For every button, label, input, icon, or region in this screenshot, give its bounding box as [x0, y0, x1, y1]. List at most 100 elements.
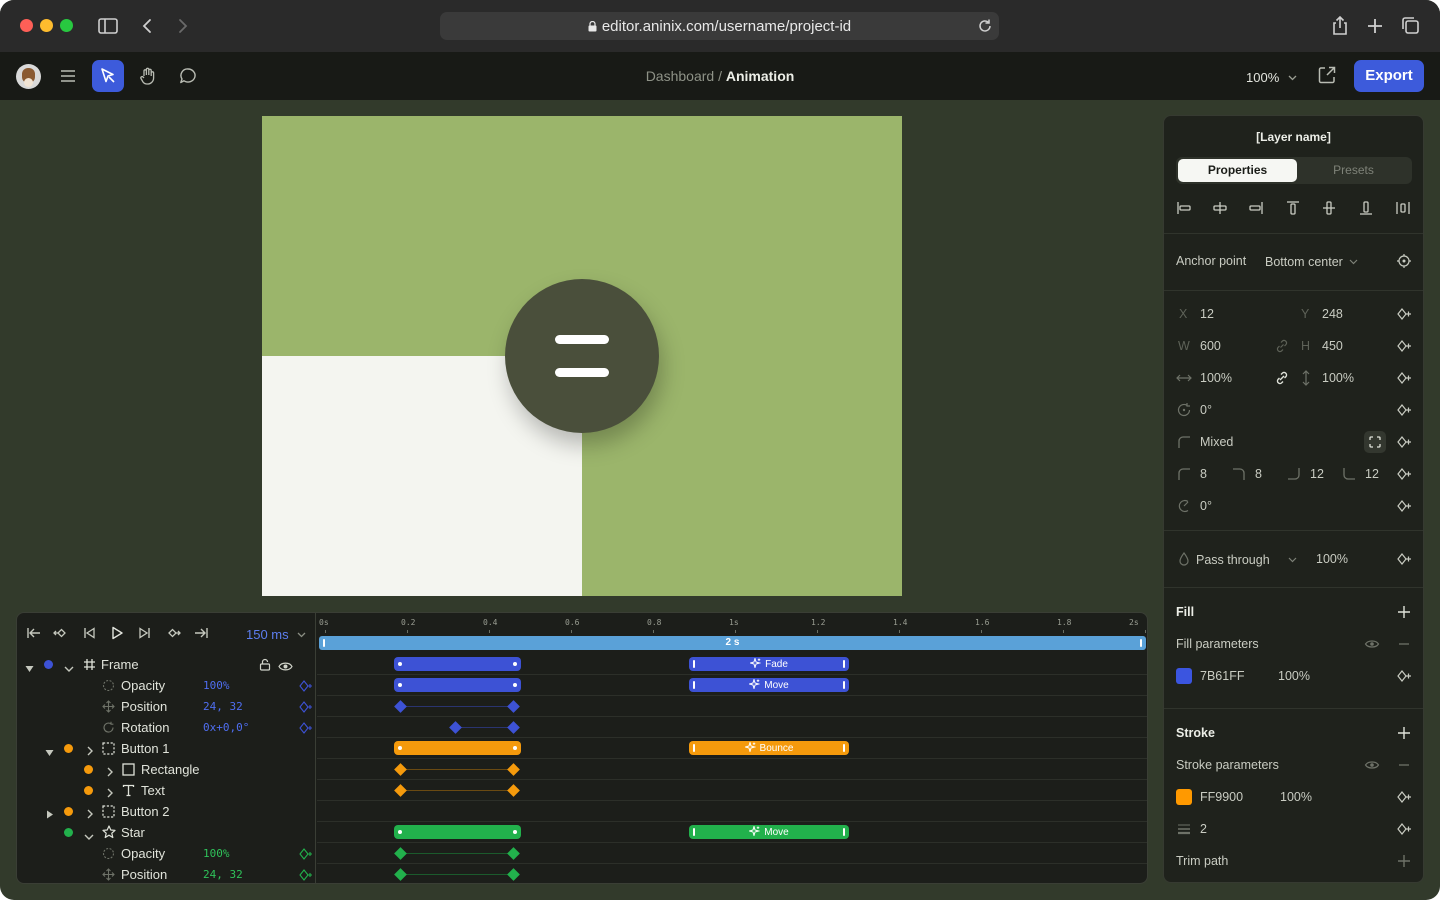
- x-value[interactable]: 12: [1200, 307, 1214, 321]
- time-ruler[interactable]: 0s 0.2 0.4 0.6 0.8 1s 1.2 1.4 1.6 1.8 2s: [317, 613, 1147, 635]
- go-to-start-icon[interactable]: [24, 623, 44, 643]
- anchor-point-dropdown[interactable]: Bottom center: [1265, 254, 1358, 269]
- add-keyframe-icon[interactable]: [1396, 821, 1412, 837]
- radius-bottom-right-value[interactable]: 12: [1310, 467, 1324, 481]
- add-stroke-icon[interactable]: [1396, 725, 1412, 741]
- duration-bar[interactable]: 2 s: [319, 636, 1146, 650]
- layer-row-button-2[interactable]: Button 2: [17, 801, 1147, 822]
- play-icon[interactable]: [107, 623, 127, 643]
- keyframe[interactable]: [394, 763, 407, 776]
- previous-frame-icon[interactable]: [79, 623, 99, 643]
- animation-clip[interactable]: [394, 825, 521, 839]
- add-keyframe-icon[interactable]: [1396, 306, 1412, 322]
- add-keyframe-icon[interactable]: [1396, 434, 1412, 450]
- keyframe[interactable]: [394, 868, 407, 881]
- zoom-window-button[interactable]: [60, 19, 73, 32]
- fill-color-swatch[interactable]: [1176, 668, 1192, 684]
- keyframe[interactable]: [449, 721, 462, 734]
- add-fill-icon[interactable]: [1396, 604, 1412, 620]
- close-window-button[interactable]: [20, 19, 33, 32]
- w-value[interactable]: 600: [1200, 339, 1221, 353]
- distribute-horizontal-icon[interactable]: [1395, 200, 1411, 216]
- tab-properties[interactable]: Properties: [1178, 159, 1297, 182]
- next-keyframe-icon[interactable]: [163, 623, 183, 643]
- scale-x-value[interactable]: 100%: [1200, 371, 1232, 385]
- fill-opacity-value[interactable]: 100%: [1278, 669, 1310, 683]
- breadcrumb-dashboard[interactable]: Dashboard: [646, 68, 715, 84]
- align-top-icon[interactable]: [1285, 200, 1301, 216]
- artboard-frame[interactable]: [262, 116, 902, 596]
- radius-top-right-value[interactable]: 8: [1255, 467, 1262, 481]
- keyframe[interactable]: [507, 784, 520, 797]
- add-keyframe-icon[interactable]: [1396, 668, 1412, 684]
- menu-circle-button[interactable]: [505, 279, 659, 433]
- keyframe[interactable]: [507, 868, 520, 881]
- sidebar-toggle-icon[interactable]: [96, 14, 120, 38]
- animation-clip[interactable]: [394, 678, 521, 692]
- rotation-value[interactable]: 0°: [1200, 403, 1212, 417]
- animation-clip[interactable]: [394, 741, 521, 755]
- eye-icon[interactable]: [1364, 757, 1380, 773]
- playback-speed-dropdown[interactable]: 150 ms: [246, 626, 306, 642]
- animation-clip[interactable]: [394, 657, 521, 671]
- radius-bottom-left-value[interactable]: 12: [1365, 467, 1379, 481]
- go-to-end-icon[interactable]: [191, 623, 211, 643]
- share-export-icon[interactable]: [1316, 64, 1338, 86]
- forward-arrow-icon[interactable]: [170, 14, 194, 38]
- blend-mode-dropdown[interactable]: Pass through: [1196, 552, 1297, 567]
- stroke-width-value[interactable]: 2: [1200, 822, 1207, 836]
- corner-radius-value[interactable]: Mixed: [1200, 435, 1233, 449]
- radius-top-left-value[interactable]: 8: [1200, 467, 1207, 481]
- duration-end-handle[interactable]: [1140, 639, 1142, 647]
- zoom-dropdown[interactable]: 100%: [1246, 69, 1297, 85]
- minimize-window-button[interactable]: [40, 19, 53, 32]
- add-keyframe-icon[interactable]: [1396, 338, 1412, 354]
- keyframe[interactable]: [507, 700, 520, 713]
- add-keyframe-icon[interactable]: [1396, 466, 1412, 482]
- previous-keyframe-icon[interactable]: [51, 623, 71, 643]
- next-frame-icon[interactable]: [135, 623, 155, 643]
- export-button[interactable]: Export: [1354, 60, 1424, 92]
- reload-icon[interactable]: [977, 18, 993, 34]
- layer-opacity-value[interactable]: 100%: [1316, 552, 1348, 566]
- address-bar[interactable]: editor.aninix.com/username/project-id: [440, 12, 999, 40]
- fill-hex-value[interactable]: 7B61FF: [1200, 669, 1244, 683]
- keyframe[interactable]: [394, 784, 407, 797]
- add-keyframe-icon[interactable]: [1396, 498, 1412, 514]
- eye-icon[interactable]: [1364, 636, 1380, 652]
- preset-clip-move[interactable]: Move: [689, 677, 849, 692]
- add-keyframe-icon[interactable]: [1396, 551, 1412, 567]
- stroke-color-swatch[interactable]: [1176, 789, 1192, 805]
- add-trim-path-icon[interactable]: [1396, 853, 1412, 869]
- align-horizontal-center-icon[interactable]: [1212, 200, 1228, 216]
- independent-corners-button[interactable]: [1364, 431, 1386, 453]
- add-keyframe-icon[interactable]: [1396, 370, 1412, 386]
- align-left-icon[interactable]: [1176, 200, 1192, 216]
- unlink-icon[interactable]: [1274, 338, 1290, 354]
- share-icon[interactable]: [1328, 14, 1352, 38]
- add-keyframe-icon[interactable]: [1396, 402, 1412, 418]
- keyframe[interactable]: [507, 847, 520, 860]
- stroke-opacity-value[interactable]: 100%: [1280, 790, 1312, 804]
- align-right-icon[interactable]: [1248, 200, 1264, 216]
- add-keyframe-icon[interactable]: [1396, 789, 1412, 805]
- align-bottom-icon[interactable]: [1358, 200, 1374, 216]
- preset-clip-fade[interactable]: Fade: [689, 656, 849, 671]
- back-arrow-icon[interactable]: [136, 14, 160, 38]
- tab-presets[interactable]: Presets: [1297, 159, 1410, 182]
- keyframe[interactable]: [507, 763, 520, 776]
- link-icon[interactable]: [1274, 370, 1290, 386]
- scale-y-value[interactable]: 100%: [1322, 371, 1354, 385]
- remove-icon[interactable]: [1396, 636, 1412, 652]
- align-vertical-center-icon[interactable]: [1321, 200, 1337, 216]
- remove-icon[interactable]: [1396, 757, 1412, 773]
- preset-clip-move[interactable]: Move: [689, 824, 849, 839]
- anchor-target-icon[interactable]: [1396, 253, 1412, 269]
- keyframe[interactable]: [507, 721, 520, 734]
- h-value[interactable]: 450: [1322, 339, 1343, 353]
- keyframe[interactable]: [394, 700, 407, 713]
- new-tab-icon[interactable]: [1363, 14, 1387, 38]
- skew-value[interactable]: 0°: [1200, 499, 1212, 513]
- tab-overview-icon[interactable]: [1399, 14, 1423, 38]
- y-value[interactable]: 248: [1322, 307, 1343, 321]
